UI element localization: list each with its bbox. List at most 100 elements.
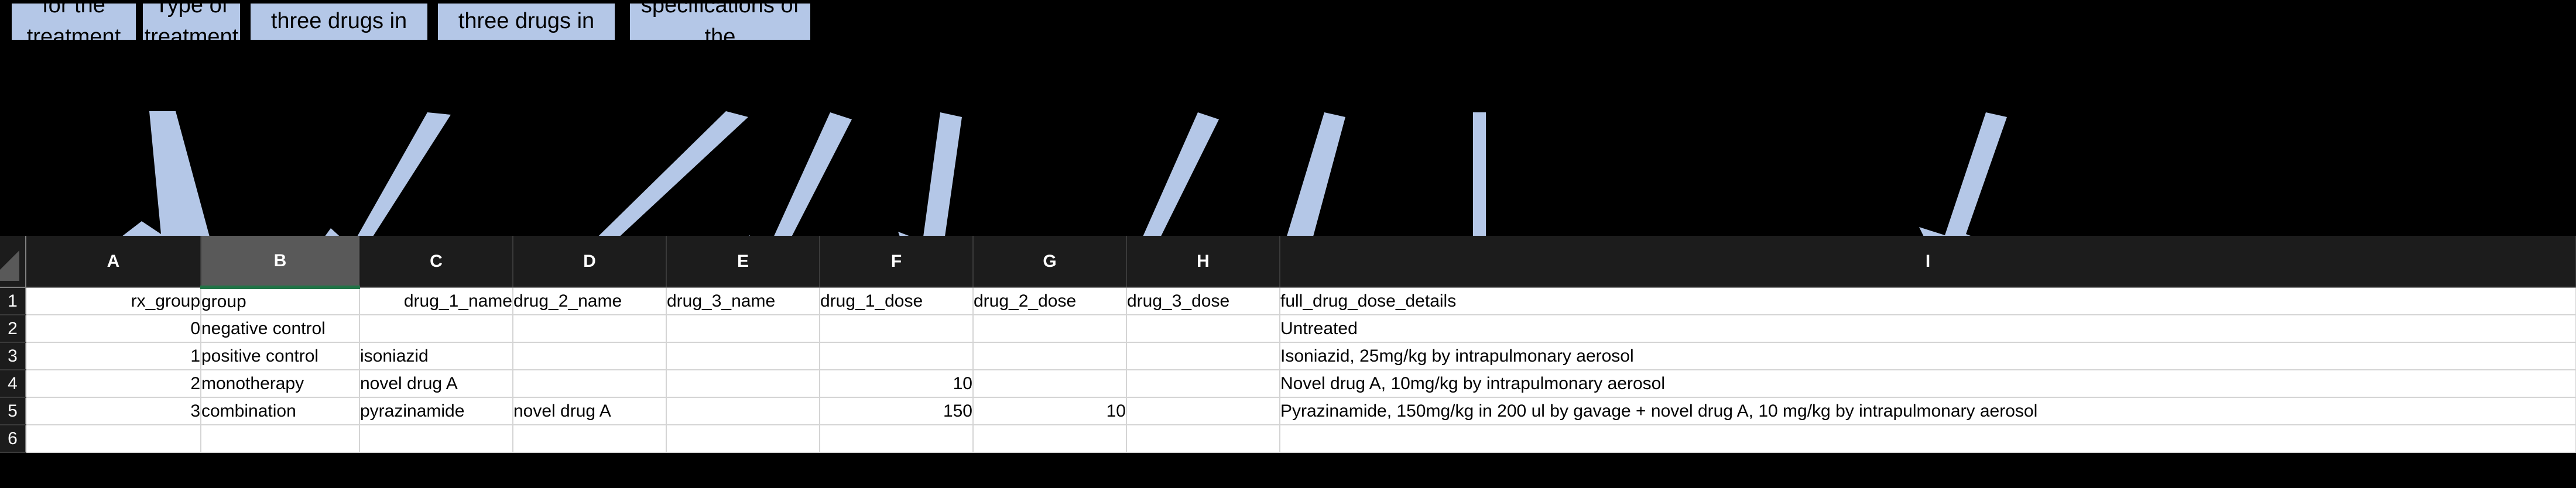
cell-e4[interactable] [666, 370, 820, 398]
cell-c3[interactable]: isoniazid [359, 342, 513, 370]
column-header-c[interactable]: C [359, 236, 513, 288]
cell-d1-header-drug-2-name[interactable]: drug_2_name [513, 287, 667, 315]
cell-i3[interactable]: Isoniazid, 25mg/kg by intrapulmonary aer… [1280, 342, 2576, 370]
cell-f5[interactable]: 150 [820, 397, 974, 425]
cell-c6[interactable] [359, 425, 513, 453]
row-header-5[interactable]: 5 [0, 397, 26, 425]
cell-d5[interactable]: novel drug A [513, 397, 667, 425]
cell-f2[interactable] [820, 315, 974, 343]
callout-doses: Doses of up to three drugs in the treatm… [438, 0, 615, 65]
cell-b2[interactable]: negative control [201, 315, 360, 343]
cell-h2[interactable] [1126, 315, 1280, 343]
cell-b5[interactable]: combination [201, 397, 360, 425]
row-number-2: 2 [8, 318, 18, 338]
cell-g1-header-drug-2-dose[interactable]: drug_2_dose [973, 287, 1127, 315]
column-letter-e: E [737, 251, 749, 271]
column-header-i[interactable]: I [1280, 236, 2576, 288]
row-header-3[interactable]: 3 [0, 342, 26, 370]
cell-a1-header-rx-group[interactable]: rx_group [26, 287, 201, 315]
cell-a6[interactable] [26, 425, 201, 453]
table-row[interactable]: 1 rx_group group drug_1_name drug_2_name… [0, 287, 2576, 315]
screenshot-root: Identifier for the treatment group Type … [0, 0, 2576, 488]
callout-type: Type of treatment [143, 0, 240, 49]
cell-f6[interactable] [820, 425, 974, 453]
column-letter-d: D [583, 251, 596, 271]
cell-a3[interactable]: 1 [26, 342, 201, 370]
cell-f1-header-drug-1-dose[interactable]: drug_1_dose [820, 287, 974, 315]
callout-fullspec: Full specifications of the treatment [630, 0, 810, 81]
cell-b6[interactable] [201, 425, 360, 453]
row-number-3: 3 [8, 346, 18, 366]
cell-b4[interactable]: monotherapy [201, 370, 360, 398]
row-header-2[interactable]: 2 [0, 315, 26, 343]
column-header-h[interactable]: H [1126, 236, 1280, 288]
cell-d4[interactable] [513, 370, 667, 398]
select-all-corner[interactable] [0, 236, 26, 288]
spreadsheet[interactable]: A B C D E F G H I 1 rx_group group drug_… [0, 236, 2576, 488]
table-row[interactable]: 3 1 positive control isoniazid Isoniazid… [0, 342, 2576, 370]
callout-names: Names of up to three drugs in the treatm… [251, 0, 427, 65]
cell-d6[interactable] [513, 425, 667, 453]
column-header-a[interactable]: A [26, 236, 201, 288]
cell-i1-header-full-drug-dose-details[interactable]: full_drug_dose_details [1280, 287, 2576, 315]
row-number-6: 6 [8, 428, 18, 448]
cell-c4[interactable]: novel drug A [359, 370, 513, 398]
row-number-4: 4 [8, 373, 18, 393]
cell-h3[interactable] [1126, 342, 1280, 370]
cell-f3[interactable] [820, 342, 974, 370]
table-row[interactable]: 5 3 combination pyrazinamide novel drug … [0, 397, 2576, 425]
cell-i5[interactable]: Pyrazinamide, 150mg/kg in 200 ul by gava… [1280, 397, 2576, 425]
column-header-g[interactable]: G [973, 236, 1127, 288]
cell-b1-header-group[interactable]: group [201, 287, 360, 315]
cell-g6[interactable] [973, 425, 1127, 453]
cell-h5[interactable] [1126, 397, 1280, 425]
cell-e6[interactable] [666, 425, 820, 453]
cell-e5[interactable] [666, 397, 820, 425]
cell-g4[interactable] [973, 370, 1127, 398]
cell-a2[interactable]: 0 [26, 315, 201, 343]
cell-a4[interactable]: 2 [26, 370, 201, 398]
cell-h1-header-drug-3-dose[interactable]: drug_3_dose [1126, 287, 1280, 315]
cell-g5[interactable]: 10 [973, 397, 1127, 425]
callout-identifier: Identifier for the treatment group [12, 0, 136, 81]
column-letter-g: G [1043, 251, 1057, 271]
cell-b3[interactable]: positive control [201, 342, 360, 370]
cell-d3[interactable] [513, 342, 667, 370]
spreadsheet-grid: A B C D E F G H I 1 rx_group group drug_… [0, 236, 2576, 453]
select-all-triangle-icon [0, 250, 19, 281]
table-row[interactable]: 2 0 negative control Untreated [0, 315, 2576, 343]
cell-i2[interactable]: Untreated [1280, 315, 2576, 343]
column-header-row: A B C D E F G H I [0, 236, 2576, 289]
cell-g3[interactable] [973, 342, 1127, 370]
column-letter-b: B [273, 250, 287, 270]
column-header-b[interactable]: B [201, 236, 360, 289]
cell-h6[interactable] [1126, 425, 1280, 453]
cell-c1-header-drug-1-name[interactable]: drug_1_name [359, 287, 513, 315]
cell-f4[interactable]: 10 [820, 370, 974, 398]
table-row[interactable]: 4 2 monotherapy novel drug A 10 Novel dr… [0, 370, 2576, 398]
table-row[interactable]: 6 [0, 425, 2576, 453]
cell-e1-header-drug-3-name[interactable]: drug_3_name [666, 287, 820, 315]
column-letter-h: H [1197, 251, 1210, 271]
cell-h4[interactable] [1126, 370, 1280, 398]
row-header-4[interactable]: 4 [0, 370, 26, 398]
row-number-1: 1 [8, 291, 18, 311]
cell-e3[interactable] [666, 342, 820, 370]
column-header-e[interactable]: E [666, 236, 820, 288]
row-header-1[interactable]: 1 [0, 287, 26, 315]
cell-i6[interactable] [1280, 425, 2576, 453]
cell-e2[interactable] [666, 315, 820, 343]
cell-d2[interactable] [513, 315, 667, 343]
cell-a5[interactable]: 3 [26, 397, 201, 425]
cell-c5[interactable]: pyrazinamide [359, 397, 513, 425]
column-letter-f: F [890, 251, 902, 271]
cell-i4[interactable]: Novel drug A, 10mg/kg by intrapulmonary … [1280, 370, 2576, 398]
cell-g2[interactable] [973, 315, 1127, 343]
row-number-5: 5 [8, 401, 18, 421]
column-letter-c: C [430, 251, 443, 271]
column-header-d[interactable]: D [513, 236, 667, 288]
column-letter-i: I [1925, 251, 1931, 271]
cell-c2[interactable] [359, 315, 513, 343]
column-header-f[interactable]: F [820, 236, 974, 288]
row-header-6[interactable]: 6 [0, 425, 26, 453]
